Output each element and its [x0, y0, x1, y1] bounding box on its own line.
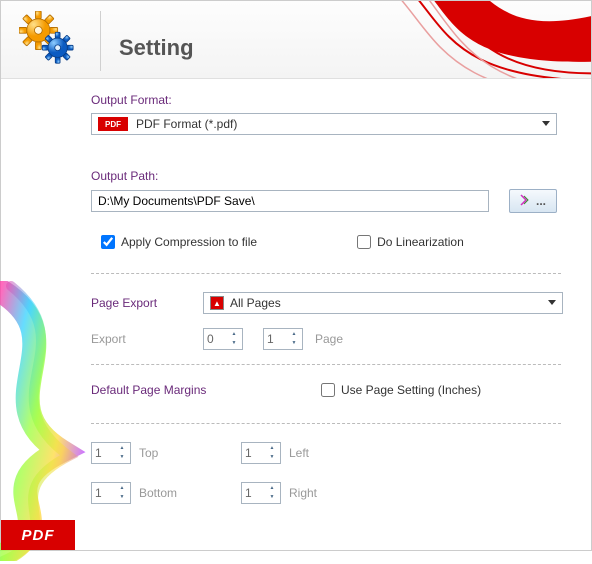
margin-top-label: Top [139, 446, 158, 460]
margin-left-label: Left [289, 446, 309, 460]
margin-top-spinner[interactable]: ▲▼ [91, 442, 131, 464]
spinner-up-icon[interactable]: ▲ [115, 484, 129, 493]
margin-top-input[interactable] [92, 444, 114, 462]
export-range-label: Export [91, 332, 197, 346]
margin-left-spinner[interactable]: ▲▼ [241, 442, 281, 464]
header-separator [100, 11, 101, 71]
page-export-label: Page Export [91, 296, 197, 310]
spinner-down-icon[interactable]: ▼ [287, 339, 301, 348]
separator [91, 364, 561, 365]
export-to-input[interactable] [264, 330, 286, 348]
output-format-label: Output Format: [91, 93, 581, 107]
margin-right-input[interactable] [242, 484, 264, 502]
export-from-spinner[interactable]: ▲▼ [203, 328, 243, 350]
chevron-down-icon [542, 121, 550, 126]
separator [91, 273, 561, 274]
chevron-down-icon [548, 300, 556, 305]
margin-right-spinner[interactable]: ▲▼ [241, 482, 281, 504]
apply-compression-input[interactable] [101, 235, 115, 249]
apply-compression-label: Apply Compression to file [121, 235, 257, 249]
content-area: Output Format: PDF PDF Format (*.pdf) Ou… [91, 93, 581, 504]
output-format-dropdown[interactable]: PDF PDF Format (*.pdf) [91, 113, 557, 135]
do-linearization-input[interactable] [357, 235, 371, 249]
spinner-down-icon[interactable]: ▼ [115, 493, 129, 502]
decorative-swirl [0, 281, 86, 561]
separator [91, 423, 561, 424]
spinner-down-icon[interactable]: ▼ [227, 339, 241, 348]
pdf-chip-icon: PDF [98, 117, 128, 131]
spinner-down-icon[interactable]: ▼ [265, 453, 279, 462]
margin-bottom-spinner[interactable]: ▲▼ [91, 482, 131, 504]
do-linearization-checkbox[interactable]: Do Linearization [357, 235, 464, 249]
output-path-input[interactable] [91, 190, 489, 212]
page-title: Setting [119, 35, 194, 61]
browse-label: ... [536, 194, 546, 208]
margin-right-label: Right [289, 486, 317, 500]
default-margins-label: Default Page Margins [91, 383, 321, 397]
spinner-up-icon[interactable]: ▲ [115, 444, 129, 453]
gear-icon [19, 11, 77, 69]
spinner-up-icon[interactable]: ▲ [227, 330, 241, 339]
decorative-swoosh [291, 1, 591, 79]
spinner-up-icon[interactable]: ▲ [287, 330, 301, 339]
pdf-badge: PDF [1, 520, 75, 550]
spinner-down-icon[interactable]: ▼ [115, 453, 129, 462]
margin-left-input[interactable] [242, 444, 264, 462]
export-page-suffix: Page [315, 332, 343, 346]
header: Setting [1, 1, 591, 79]
use-page-setting-label: Use Page Setting (Inches) [341, 383, 481, 397]
page-export-selected: All Pages [230, 296, 281, 310]
margin-bottom-input[interactable] [92, 484, 114, 502]
export-to-spinner[interactable]: ▲▼ [263, 328, 303, 350]
margin-bottom-label: Bottom [139, 486, 177, 500]
use-page-setting-checkbox[interactable]: Use Page Setting (Inches) [321, 383, 481, 397]
browse-button[interactable]: ... [509, 189, 557, 213]
page-export-dropdown[interactable]: ▲ All Pages [203, 292, 563, 314]
output-path-label: Output Path: [91, 169, 581, 183]
apply-compression-checkbox[interactable]: Apply Compression to file [101, 235, 257, 249]
do-linearization-label: Do Linearization [377, 235, 464, 249]
pdf-doc-icon: ▲ [210, 296, 224, 310]
export-from-input[interactable] [204, 330, 226, 348]
output-format-selected: PDF Format (*.pdf) [136, 117, 237, 131]
spinner-up-icon[interactable]: ▲ [265, 444, 279, 453]
spinner-up-icon[interactable]: ▲ [265, 484, 279, 493]
use-page-setting-input[interactable] [321, 383, 335, 397]
spinner-down-icon[interactable]: ▼ [265, 493, 279, 502]
